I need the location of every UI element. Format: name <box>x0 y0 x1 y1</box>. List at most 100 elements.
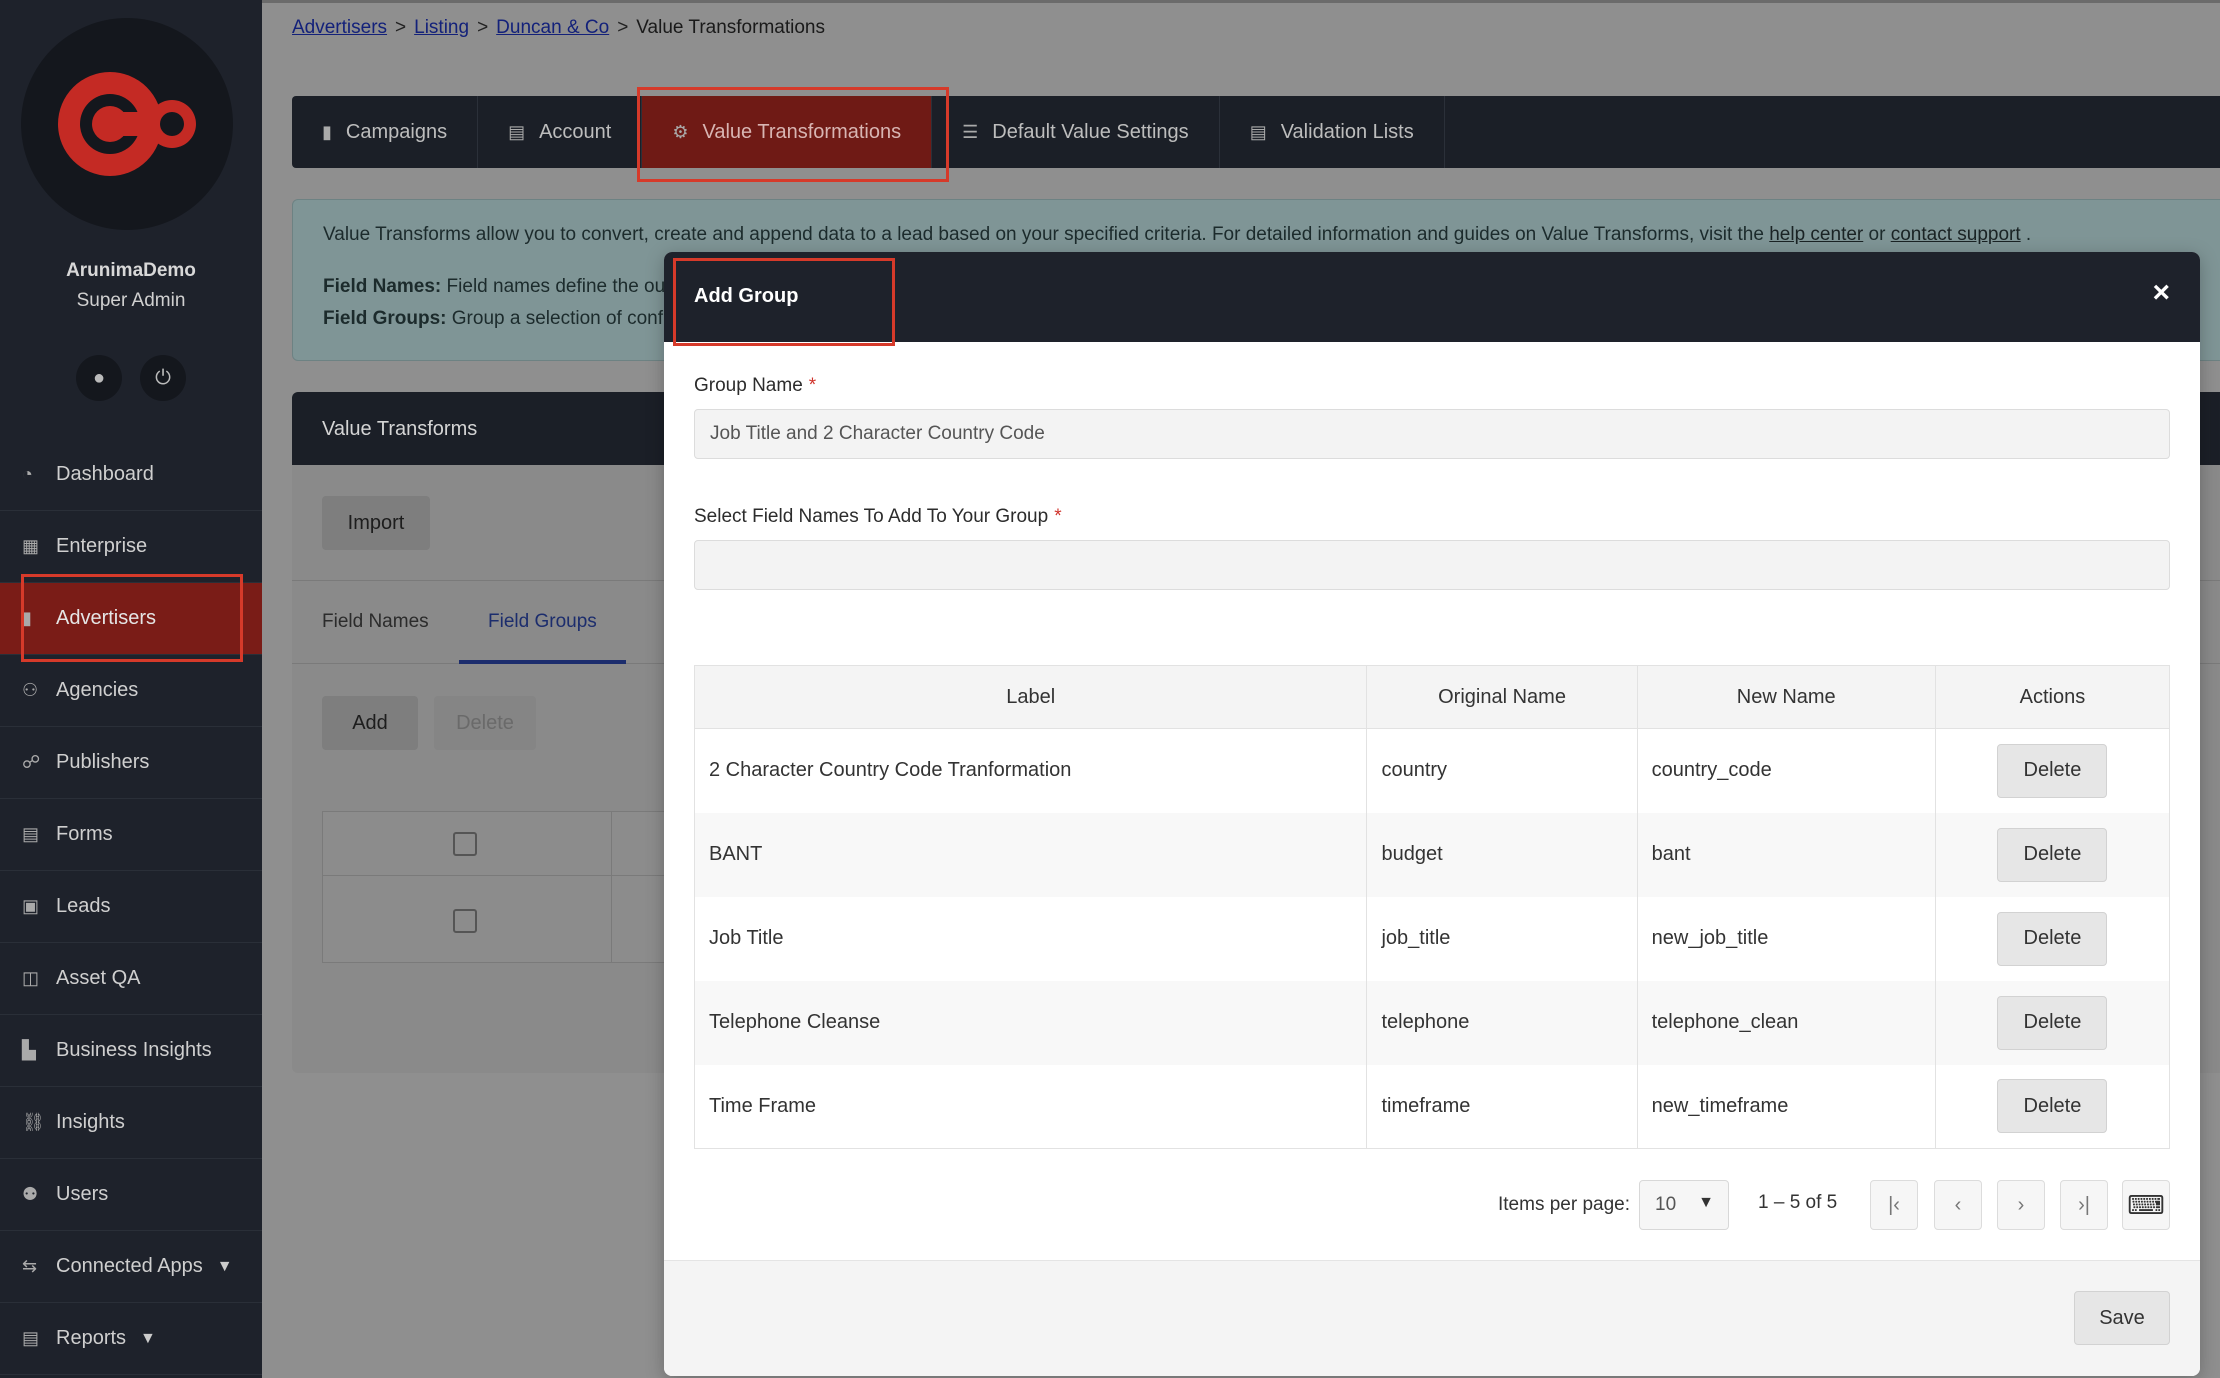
next-page-button[interactable]: › <box>1997 1180 2045 1230</box>
contact-support-link[interactable]: contact support <box>1891 224 2021 245</box>
power-icon: ⏻ <box>155 366 171 389</box>
sidebar: ArunimaDemo Super Admin ● ⏻ ◔ Dashboard ▦… <box>0 0 262 1378</box>
sidebar-item-leads[interactable]: ▣ Leads <box>0 871 262 943</box>
help-center-link[interactable]: help center <box>1769 224 1863 245</box>
sidebar-item-connected-apps[interactable]: ⇆ Connected Apps ▼ <box>0 1231 262 1303</box>
sidebar-item-dashboard[interactable]: ◔ Dashboard <box>0 439 262 511</box>
tab-default-value-settings[interactable]: ☰ Default Value Settings <box>932 96 1220 168</box>
row-delete-button[interactable]: Delete <box>1997 1079 2108 1134</box>
cell-original-name: country <box>1366 728 1638 813</box>
import-button[interactable]: Import <box>322 496 430 550</box>
cell-new-name: new_job_title <box>1636 896 1936 981</box>
list-icon: ☰ <box>962 121 979 142</box>
sidebar-item-advertisers[interactable]: ▮ Advertisers <box>0 583 262 655</box>
caret-down-icon: ▼ <box>1698 1194 1714 1211</box>
brand-logo[interactable] <box>21 18 233 230</box>
first-page-icon: |‹ <box>1888 1193 1900 1216</box>
leads-icon: ▣ <box>22 896 40 916</box>
first-page-button[interactable]: |‹ <box>1870 1180 1918 1230</box>
tab-validation-lists[interactable]: ▤ Validation Lists <box>1220 96 1445 168</box>
logo-icon <box>58 72 196 176</box>
close-icon[interactable]: × <box>2152 278 2170 308</box>
table-row: 2 Character Country Code Tranformation c… <box>693 728 2171 813</box>
cell-original-name: telephone <box>1366 980 1638 1065</box>
sidebar-item-asset-qa[interactable]: ◫ Asset QA <box>0 943 262 1015</box>
table-row: Telephone Cleanse telephone telephone_cl… <box>693 980 2171 1065</box>
cell-new-name: country_code <box>1636 728 1936 813</box>
tab-account[interactable]: ▤ Account <box>478 96 643 168</box>
sidebar-item-enterprise[interactable]: ▦ Enterprise <box>0 511 262 583</box>
sidebar-item-label: Insights <box>56 1111 125 1133</box>
modal-title: Add Group <box>694 285 799 307</box>
add-button[interactable]: Add <box>322 696 418 750</box>
cell-label: Time Frame <box>693 1064 1368 1149</box>
subtab-active-indicator <box>459 660 626 664</box>
breadcrumb-advertisers-link[interactable]: Advertisers <box>292 17 387 38</box>
row-checkbox[interactable] <box>453 909 477 933</box>
gear-icon: ⚙ <box>672 121 689 142</box>
select-all-checkbox[interactable] <box>453 832 477 856</box>
cell-actions: Delete <box>1934 728 2171 813</box>
dashboard-icon: ◔ <box>22 464 33 484</box>
breadcrumb-advertiser-link[interactable]: Duncan & Co <box>496 17 609 38</box>
sidebar-item-insights[interactable]: ⛓ Insights <box>0 1087 262 1159</box>
keyboard-button[interactable]: ⌨ <box>2122 1180 2170 1230</box>
modal-footer: Save <box>664 1260 2200 1376</box>
sidebar-item-publishers[interactable]: ☍ Publishers <box>0 727 262 799</box>
sidebar-item-label: Users <box>56 1183 109 1205</box>
sidebar-item-users[interactable]: ⚉ Users <box>0 1159 262 1231</box>
sidebar-item-business-insights[interactable]: ▙ Business Insights <box>0 1015 262 1087</box>
info-end: . <box>2025 224 2032 245</box>
info-intro: Value Transforms allow you to convert, c… <box>323 224 2211 246</box>
sidebar-item-label: Publishers <box>56 751 150 773</box>
sidebar-item-agencies[interactable]: ⚇ Agencies <box>0 655 262 727</box>
last-page-icon: ›| <box>2078 1193 2090 1216</box>
row-delete-button[interactable]: Delete <box>1997 743 2108 798</box>
field-names-select[interactable] <box>694 540 2170 590</box>
cell-label: Telephone Cleanse <box>693 980 1368 1065</box>
asset-qa-icon: ◫ <box>22 968 40 988</box>
sidebar-item-label: Agencies <box>56 679 139 701</box>
subtab-field-groups[interactable]: Field Groups <box>488 611 597 633</box>
tab-label: Campaigns <box>345 120 448 143</box>
breadcrumb-listing-link[interactable]: Listing <box>414 17 469 38</box>
cell-label: Job Title <box>693 896 1368 981</box>
reports-icon: ▤ <box>22 1328 40 1348</box>
field-groups-label: Field Groups: <box>323 308 447 329</box>
sidebar-item-reports[interactable]: ▤ Reports ▼ <box>0 1303 262 1375</box>
chevron-down-icon: ▼ <box>140 1329 156 1347</box>
row-delete-button[interactable]: Delete <box>1997 995 2108 1050</box>
breadcrumb: Advertisers > Listing > Duncan & Co > Value Tr… <box>292 17 825 39</box>
profile-button[interactable]: ● <box>76 355 122 401</box>
select-field-names-label: Select Field Names To Add To Your Group * <box>694 506 1062 528</box>
sidebar-item-forms[interactable]: ▤ Forms <box>0 799 262 871</box>
cell-actions: Delete <box>1934 812 2171 897</box>
info-text: Value Transforms allow you to convert, c… <box>323 224 1764 245</box>
required-mark: * <box>808 375 817 396</box>
selected-fields-table: Label Original Name New Name Actions 2 C… <box>693 665 2171 1149</box>
user-actions: ● ⏻ <box>0 355 262 401</box>
row-delete-button[interactable]: Delete <box>1997 827 2108 882</box>
save-button[interactable]: Save <box>2074 1291 2170 1345</box>
last-page-button[interactable]: ›| <box>2060 1180 2108 1230</box>
tab-campaigns[interactable]: ▮ Campaigns <box>292 96 479 168</box>
tab-value-transformations[interactable]: ⚙ Value Transformations <box>642 96 933 168</box>
sidebar-item-label: Leads <box>56 895 111 917</box>
user-name: ArunimaDemo <box>66 260 196 281</box>
row-delete-button[interactable]: Delete <box>1997 911 2108 966</box>
items-per-page-select[interactable]: 10 ▼ <box>1639 1180 1729 1230</box>
column-header-new-name: New Name <box>1636 665 1936 729</box>
subtab-field-names[interactable]: Field Names <box>322 611 429 633</box>
account-icon: ▤ <box>508 121 526 142</box>
breadcrumb-separator: > <box>617 17 629 38</box>
column-header-label: Label <box>693 665 1368 729</box>
delete-button[interactable]: Delete <box>434 696 536 750</box>
group-name-input[interactable] <box>694 409 2170 459</box>
info-or: or <box>1868 224 1886 245</box>
logout-button[interactable]: ⏻ <box>140 355 186 401</box>
table-header-row: Label Original Name New Name Actions <box>693 665 2171 729</box>
cell-actions: Delete <box>1934 896 2171 981</box>
previous-page-button[interactable]: ‹ <box>1934 1180 1982 1230</box>
modal-header: Add Group × <box>664 252 2200 342</box>
connected-apps-icon: ⇆ <box>22 1256 38 1276</box>
